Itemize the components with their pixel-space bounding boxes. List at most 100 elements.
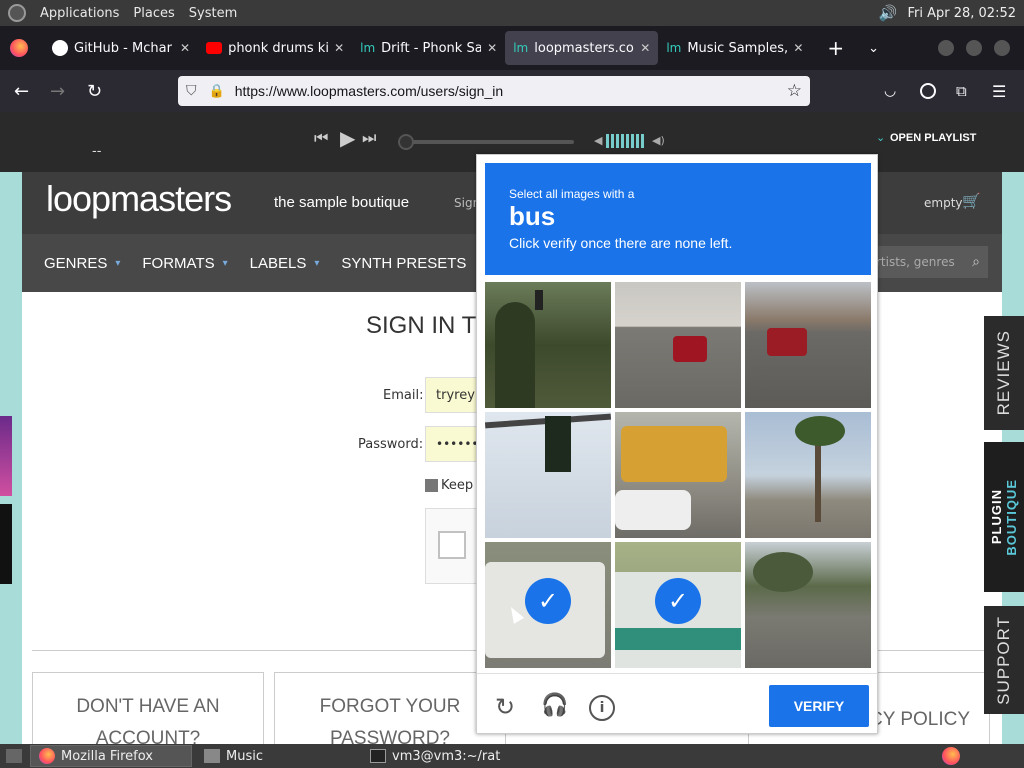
support-tab[interactable]: SUPPORT	[984, 606, 1024, 714]
tab-title: GitHub - Mchar	[74, 40, 172, 56]
tab-title: loopmasters.co	[534, 40, 634, 56]
captcha-tile-street-car[interactable]	[745, 282, 871, 408]
white-car-shape	[615, 490, 691, 530]
captcha-tile-traffic-light[interactable]	[485, 412, 611, 538]
close-window-icon[interactable]	[994, 40, 1010, 56]
back-icon[interactable]: ←	[14, 81, 29, 102]
loopmasters-logo[interactable]: loopmasters	[46, 178, 232, 220]
github-icon	[52, 40, 68, 56]
reviews-tab[interactable]: REVIEWS	[984, 316, 1024, 430]
slider-knob[interactable]	[398, 134, 414, 150]
chevron-down-icon: ▾	[115, 257, 121, 269]
nav-label: SYNTH PRESETS	[341, 254, 467, 272]
window-controls[interactable]	[938, 40, 1010, 56]
captcha-tile-suburban[interactable]	[745, 542, 871, 668]
captcha-tile-green-bus[interactable]: ✓	[615, 542, 741, 668]
close-tab-icon[interactable]: ✕	[487, 41, 497, 55]
forgot-password-box[interactable]: FORGOT YOUR PASSWORD?	[274, 672, 506, 744]
site-search[interactable]: rtists, genres ⌕	[874, 246, 988, 278]
clock[interactable]: Fri Apr 28, 02:52	[907, 6, 1016, 21]
terminal-icon	[370, 749, 386, 763]
taskbar-terminal[interactable]: vm3@vm3:~/rat	[362, 745, 508, 767]
minimize-icon[interactable]	[938, 40, 954, 56]
volume-up-icon[interactable]: ◀)	[652, 134, 665, 147]
search-icon[interactable]: ⌕	[972, 254, 980, 270]
close-tab-icon[interactable]: ✕	[180, 41, 190, 55]
cart-icon[interactable]: 🛒	[962, 192, 981, 210]
plugin-label: PLUGIN	[989, 489, 1004, 545]
tab-youtube[interactable]: phonk drums ki ✕	[198, 31, 352, 65]
new-tab-icon[interactable]: +	[827, 36, 844, 60]
places-menu[interactable]: Places	[133, 6, 174, 21]
tab-loopmasters[interactable]: lm loopmasters.co ✕	[505, 31, 659, 65]
password-label: Password:	[358, 437, 424, 452]
url-text[interactable]: https://www.loopmasters.com/users/sign_i…	[235, 83, 503, 99]
cart-label[interactable]: empty	[924, 196, 963, 210]
no-account-box[interactable]: DON'T HAVE AN ACCOUNT?	[32, 672, 264, 744]
tab-github[interactable]: GitHub - Mchar ✕	[44, 31, 198, 65]
next-icon[interactable]: ⏭	[362, 128, 376, 148]
search-input[interactable]: rtists, genres	[876, 255, 955, 269]
tree-shape	[495, 302, 535, 408]
captcha-tile-road-car[interactable]	[615, 282, 741, 408]
close-tab-icon[interactable]: ✕	[334, 41, 344, 55]
audio-challenge-icon[interactable]: 🎧	[541, 693, 568, 718]
bookmark-star-icon[interactable]: ☆	[787, 81, 802, 101]
tab-music-samples[interactable]: lm Music Samples, ✕	[658, 31, 811, 65]
close-tab-icon[interactable]: ✕	[793, 41, 803, 55]
menu-icon[interactable]: ☰	[992, 82, 1006, 101]
nav-label: LABELS	[249, 254, 307, 272]
tab-title: Music Samples,	[687, 40, 788, 56]
volume-icon[interactable]: 🔊	[879, 4, 898, 22]
tab-drift[interactable]: lm Drift - Phonk Sa ✕	[352, 31, 505, 65]
nav-synth-presets[interactable]: SYNTH PRESETS	[341, 255, 466, 272]
bus-stripe-shape	[615, 628, 741, 650]
list-tabs-icon[interactable]: ⌄	[868, 41, 879, 56]
applications-menu[interactable]: Applications	[40, 6, 119, 21]
reload-icon[interactable]: ↻	[87, 81, 102, 102]
firefox-view-icon[interactable]	[10, 39, 28, 57]
nav-formats[interactable]: FORMATS ▾	[142, 255, 227, 272]
reload-captcha-icon[interactable]: ↻	[495, 693, 515, 721]
firefox-icon	[39, 748, 55, 764]
url-bar[interactable]: ⛉ 🔒 https://www.loopmasters.com/users/si…	[178, 76, 810, 106]
close-tab-icon[interactable]: ✕	[640, 41, 650, 55]
nav-genres[interactable]: GENRES ▾	[44, 255, 120, 272]
extensions-icon[interactable]: ⧉	[956, 82, 967, 100]
volume-level[interactable]	[606, 134, 646, 148]
forgot-line2: PASSWORD?	[329, 728, 450, 744]
shield-icon[interactable]: ⛉	[186, 83, 197, 99]
account-icon[interactable]	[920, 83, 936, 99]
captcha-tile-school-bus[interactable]	[615, 412, 741, 538]
previous-icon[interactable]: ⏮	[314, 128, 328, 148]
firefox-tray-icon[interactable]	[942, 747, 960, 765]
taskbar-music[interactable]: Music	[196, 745, 358, 767]
maximize-icon[interactable]	[966, 40, 982, 56]
verify-button[interactable]: VERIFY	[769, 685, 869, 727]
show-desktop-icon[interactable]	[6, 749, 22, 763]
keep-signed-in-checkbox[interactable]	[425, 479, 438, 492]
pocket-icon[interactable]: ◡	[884, 83, 896, 99]
play-icon[interactable]: ▶	[340, 126, 355, 150]
volume-down-icon[interactable]: ◀	[594, 134, 602, 147]
progress-slider[interactable]	[398, 140, 574, 144]
captcha-tile-trees[interactable]	[485, 282, 611, 408]
chevron-down-icon: ▾	[222, 257, 228, 269]
tree-shape	[753, 552, 813, 592]
playlist-chevron-icon[interactable]: ⌄	[876, 131, 885, 144]
forward-icon[interactable]: →	[50, 81, 65, 102]
info-icon[interactable]: i	[589, 695, 615, 721]
taskbar-firefox[interactable]: Mozilla Firefox	[30, 745, 192, 767]
plugin-boutique-tab[interactable]: PLUGIN BOUTIQUE	[984, 442, 1024, 592]
bottom-taskbar: Mozilla Firefox Music vm3@vm3:~/rat	[0, 744, 1024, 768]
system-menu[interactable]: System	[189, 6, 237, 21]
keep-label: Keep	[441, 478, 474, 493]
gnome-foot-icon[interactable]	[8, 4, 26, 22]
lock-icon[interactable]: 🔒	[209, 84, 225, 99]
open-playlist-button[interactable]: OPEN PLAYLIST	[890, 132, 976, 144]
captcha-tile-white-van[interactable]: ✓	[485, 542, 611, 668]
palm-leaves-shape	[795, 416, 845, 446]
nav-labels[interactable]: LABELS ▾	[250, 255, 320, 272]
recaptcha-checkbox[interactable]	[438, 531, 466, 559]
captcha-tile-palm[interactable]	[745, 412, 871, 538]
